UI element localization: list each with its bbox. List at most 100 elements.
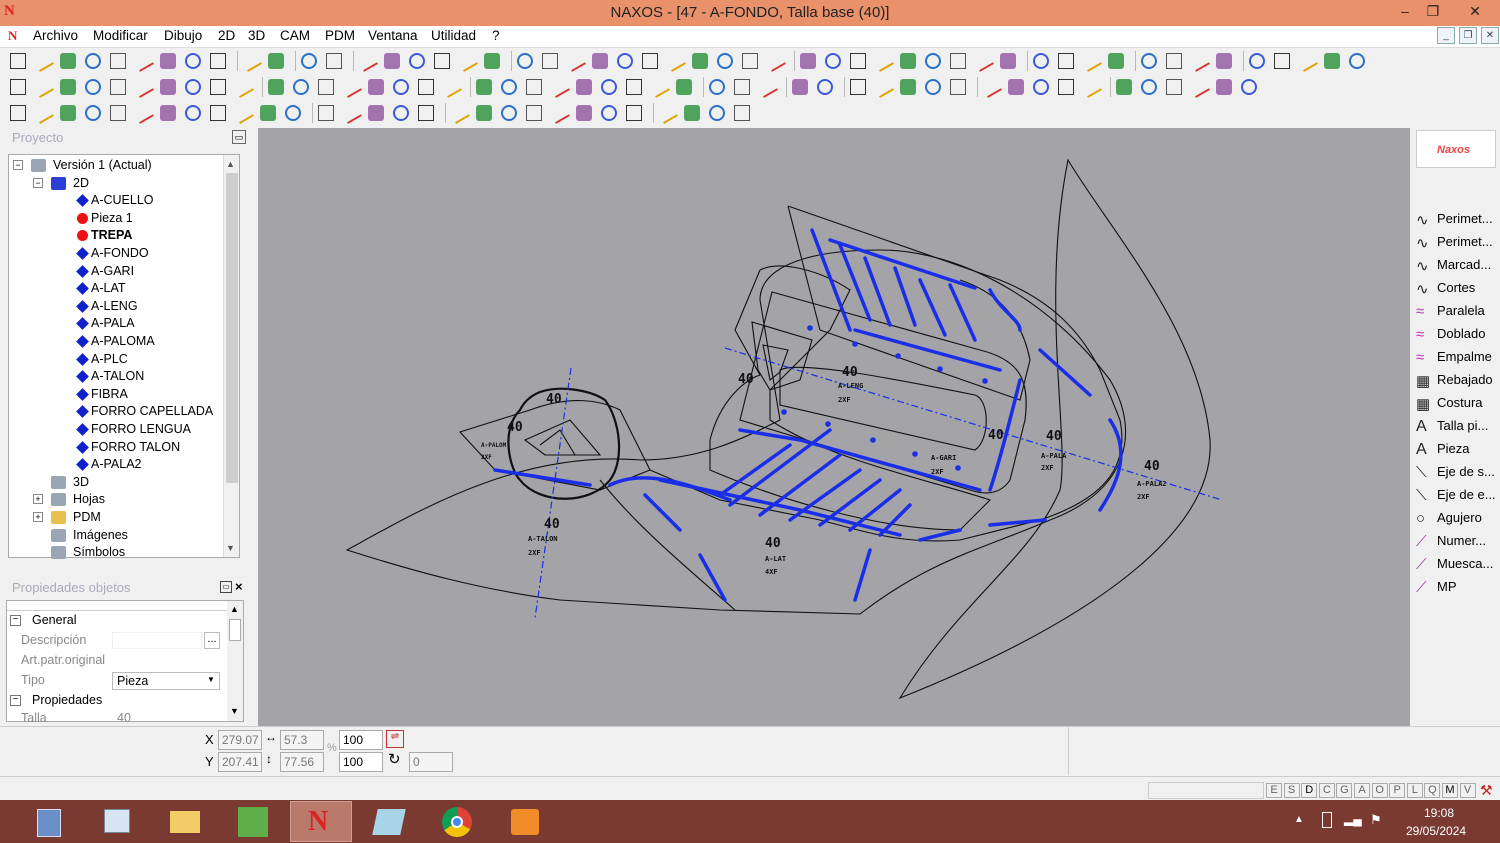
toolbar-tool-icon[interactable] [232, 102, 254, 124]
toolbar-tool-icon[interactable] [268, 79, 284, 95]
pattern-drawing[interactable]: 40 40 40 40 40 40 40 40 40 40 A-LENG 2XF… [258, 128, 1410, 726]
toolbar-tool-icon[interactable] [684, 105, 700, 121]
toolbar-tool-icon[interactable] [548, 102, 570, 124]
toolbar-tool-icon[interactable] [564, 50, 586, 72]
status-toggle[interactable]: S [1283, 783, 1300, 798]
taskbar-calculator[interactable] [18, 801, 80, 842]
tree-node[interactable]: FORRO LENGUA [9, 421, 219, 438]
toolbar-tool-icon[interactable] [356, 50, 378, 72]
tree-node[interactable]: TREPA [9, 227, 219, 244]
toolbar-tool-icon[interactable] [1188, 50, 1210, 72]
toolbar-tool-icon[interactable] [692, 53, 708, 69]
toolbar-tool-icon[interactable] [542, 53, 558, 69]
toolbar-tool-icon[interactable] [1216, 53, 1232, 69]
clock-date[interactable]: 29/05/2024 [1406, 824, 1466, 838]
status-toggle[interactable]: G [1336, 783, 1353, 798]
menu-dibujo[interactable]: Dibujo [164, 28, 202, 43]
panel-tool-item[interactable]: ≈ Paralela [1416, 302, 1500, 322]
tree-node[interactable]: FIBRA [9, 386, 219, 403]
toolbar-tool-icon[interactable] [972, 50, 994, 72]
status-toggle[interactable]: P [1389, 783, 1406, 798]
tree-node[interactable]: A-TALON [9, 368, 219, 385]
toolbar-tool-icon[interactable] [393, 105, 409, 121]
pin-icon[interactable]: ▭ [232, 130, 246, 144]
width-field[interactable]: 57.3 [280, 730, 324, 750]
toolbar-tool-icon[interactable] [160, 79, 176, 95]
toolbar-tool-icon[interactable] [792, 79, 808, 95]
toolbar-tool-icon[interactable] [1166, 79, 1182, 95]
toolbar-tool-icon[interactable] [85, 53, 101, 69]
toolbar-tool-icon[interactable] [185, 53, 201, 69]
panel-tool-item[interactable]: ∿ Marcad... [1416, 256, 1500, 276]
tree-node[interactable]: A-GARI [9, 263, 219, 280]
tree-node[interactable]: FORRO CAPELLADA [9, 403, 219, 420]
toolbar-tool-icon[interactable] [110, 105, 126, 121]
toolbar-tool-icon[interactable] [501, 105, 517, 121]
taskbar-explorer-app[interactable] [86, 801, 148, 842]
toolbar-tool-icon[interactable] [210, 53, 226, 69]
toolbar-tool-icon[interactable] [368, 79, 384, 95]
toolbar-tool-icon[interactable] [132, 50, 154, 72]
close-button[interactable]: ✕ [1454, 0, 1496, 24]
toolbar-tool-icon[interactable] [501, 79, 517, 95]
toolbar-tool-icon[interactable] [1080, 76, 1102, 98]
toolbar-tool-icon[interactable] [925, 53, 941, 69]
panel-tool-item[interactable]: ⟋ Numer... [1416, 532, 1500, 552]
lock-scale-icon[interactable]: ⇌ [386, 730, 404, 748]
toolbar-tool-icon[interactable] [1249, 53, 1265, 69]
tree-node[interactable]: FORRO TALON [9, 439, 219, 456]
toolbar-tool-icon[interactable] [240, 50, 262, 72]
tree-node[interactable]: Imágenes [9, 527, 219, 544]
scale-y-field[interactable]: 100 [339, 752, 383, 772]
toolbar-tool-icon[interactable] [10, 105, 26, 121]
toolbar-tool-icon[interactable] [576, 105, 592, 121]
toolbar-tool-icon[interactable] [32, 50, 54, 72]
toolbar-tool-icon[interactable] [900, 53, 916, 69]
tree-node[interactable]: A-CUELLO [9, 192, 219, 209]
menu-modificar[interactable]: Modificar [93, 28, 148, 43]
toolbar-tool-icon[interactable] [1033, 53, 1049, 69]
toolbar-tool-icon[interactable] [260, 105, 276, 121]
toolbar-tool-icon[interactable] [1058, 79, 1074, 95]
taskbar-naxos[interactable]: N [290, 801, 352, 842]
panel-tool-item[interactable]: A Pieza [1416, 440, 1500, 460]
toolbar-tool-icon[interactable] [709, 105, 725, 121]
tree-node[interactable]: A-PLC [9, 351, 219, 368]
tree-node[interactable]: + PDM [9, 509, 219, 526]
toolbar-tool-icon[interactable] [448, 102, 470, 124]
toolbar-tool-icon[interactable] [576, 79, 592, 95]
mdi-restore-button[interactable]: ❐ [1459, 27, 1477, 44]
toolbar-tool-icon[interactable] [1058, 53, 1074, 69]
tree-node[interactable]: − 2D [9, 175, 219, 192]
toolbar-tool-icon[interactable] [1216, 79, 1232, 95]
toolbar-tool-icon[interactable] [950, 79, 966, 95]
toolbar-tool-icon[interactable] [85, 105, 101, 121]
toolbar-tool-icon[interactable] [340, 102, 362, 124]
panel-tool-item[interactable]: ≈ Empalme [1416, 348, 1500, 368]
tree-node[interactable]: A-PALA [9, 315, 219, 332]
scroll-up-icon[interactable]: ▲ [230, 604, 239, 614]
toolbar-tool-icon[interactable] [734, 79, 750, 95]
toolbar-tool-icon[interactable] [734, 105, 750, 121]
tree-node[interactable]: A-PALA2 [9, 456, 219, 473]
toolbar-tool-icon[interactable] [318, 105, 334, 121]
toolbar-tool-icon[interactable] [925, 79, 941, 95]
toolbar-tool-icon[interactable] [717, 53, 733, 69]
toolbar-tool-icon[interactable] [626, 105, 642, 121]
prop-row-talla[interactable]: Talla 40 [7, 711, 227, 723]
expand-icon[interactable]: + [33, 512, 43, 522]
toolbar-tool-icon[interactable] [132, 76, 154, 98]
toolbar-tool-icon[interactable] [484, 53, 500, 69]
toolbar-tool-icon[interactable] [676, 79, 692, 95]
panel-tool-item[interactable]: A Talla pi... [1416, 417, 1500, 437]
mdi-close-button[interactable]: ✕ [1481, 27, 1499, 44]
tree-node[interactable]: + Hojas [9, 491, 219, 508]
prop-row-artpatr[interactable]: Art.patr.original [7, 651, 227, 671]
props-scrollbar[interactable]: ▲ ▼ [227, 601, 243, 721]
taskbar-notes[interactable] [358, 801, 420, 842]
tree-node[interactable]: A-LAT [9, 280, 219, 297]
scroll-up-icon[interactable]: ▲ [226, 159, 235, 169]
props-group-propiedades[interactable]: − Propiedades [7, 691, 227, 711]
battery-icon[interactable] [1322, 812, 1332, 828]
toolbar-tool-icon[interactable] [285, 105, 301, 121]
